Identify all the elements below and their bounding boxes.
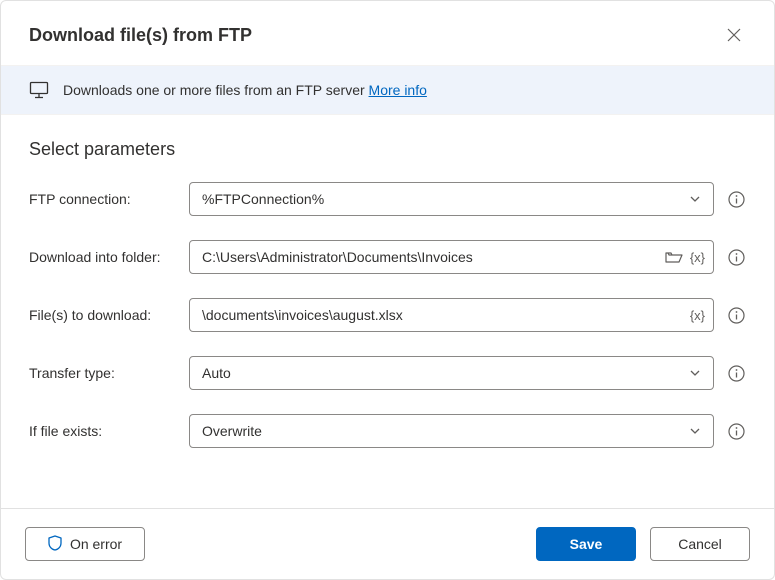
chevron-down-icon: [685, 363, 705, 383]
transfer-type-value: Auto: [202, 365, 685, 381]
info-description: Downloads one or more files from an FTP …: [63, 82, 427, 98]
footer-right: Save Cancel: [536, 527, 750, 561]
control-wrap: Auto: [189, 356, 746, 390]
control-wrap: Overwrite: [189, 414, 746, 448]
info-icon[interactable]: [726, 421, 746, 441]
label-files-to-download: File(s) to download:: [29, 307, 189, 323]
control-wrap: %FTPConnection%: [189, 182, 746, 216]
dialog-header: Download file(s) from FTP: [1, 1, 774, 65]
close-icon: [727, 28, 741, 42]
row-ftp-connection: FTP connection: %FTPConnection%: [29, 182, 746, 216]
info-icon[interactable]: [726, 247, 746, 267]
download-folder-value: C:\Users\Administrator\Documents\Invoice…: [202, 249, 664, 265]
control-wrap: \documents\invoices\august.xlsx {x}: [189, 298, 746, 332]
info-icon[interactable]: [726, 189, 746, 209]
info-text: Downloads one or more files from an FTP …: [63, 82, 369, 98]
label-download-folder: Download into folder:: [29, 249, 189, 265]
folder-open-icon[interactable]: [664, 247, 684, 267]
variable-picker-icon[interactable]: {x}: [690, 250, 705, 265]
chevron-down-icon: [685, 189, 705, 209]
dialog: Download file(s) from FTP Downloads one …: [0, 0, 775, 580]
row-download-folder: Download into folder: C:\Users\Administr…: [29, 240, 746, 274]
ftp-connection-value: %FTPConnection%: [202, 191, 685, 207]
info-icon[interactable]: [726, 305, 746, 325]
monitor-icon: [29, 80, 49, 100]
dialog-title: Download file(s) from FTP: [29, 25, 252, 46]
if-file-exists-value: Overwrite: [202, 423, 685, 439]
info-bar: Downloads one or more files from an FTP …: [1, 65, 774, 115]
label-if-file-exists: If file exists:: [29, 423, 189, 439]
more-info-link[interactable]: More info: [369, 82, 427, 98]
chevron-down-icon: [685, 421, 705, 441]
variable-picker-icon[interactable]: {x}: [690, 308, 705, 323]
label-transfer-type: Transfer type:: [29, 365, 189, 381]
dialog-footer: On error Save Cancel: [1, 508, 774, 579]
on-error-label: On error: [70, 536, 122, 552]
row-if-file-exists: If file exists: Overwrite: [29, 414, 746, 448]
files-to-download-value: \documents\invoices\august.xlsx: [202, 307, 690, 323]
transfer-type-select[interactable]: Auto: [189, 356, 714, 390]
close-button[interactable]: [718, 19, 750, 51]
save-button[interactable]: Save: [536, 527, 636, 561]
on-error-button[interactable]: On error: [25, 527, 145, 561]
info-icon[interactable]: [726, 363, 746, 383]
files-to-download-input[interactable]: \documents\invoices\august.xlsx {x}: [189, 298, 714, 332]
row-transfer-type: Transfer type: Auto: [29, 356, 746, 390]
row-files-to-download: File(s) to download: \documents\invoices…: [29, 298, 746, 332]
ftp-connection-select[interactable]: %FTPConnection%: [189, 182, 714, 216]
cancel-label: Cancel: [678, 536, 722, 552]
if-file-exists-select[interactable]: Overwrite: [189, 414, 714, 448]
control-wrap: C:\Users\Administrator\Documents\Invoice…: [189, 240, 746, 274]
section-title: Select parameters: [29, 139, 746, 160]
dialog-body: Select parameters FTP connection: %FTPCo…: [1, 115, 774, 508]
save-label: Save: [570, 536, 603, 552]
cancel-button[interactable]: Cancel: [650, 527, 750, 561]
shield-icon: [48, 535, 62, 554]
label-ftp-connection: FTP connection:: [29, 191, 189, 207]
download-folder-input[interactable]: C:\Users\Administrator\Documents\Invoice…: [189, 240, 714, 274]
